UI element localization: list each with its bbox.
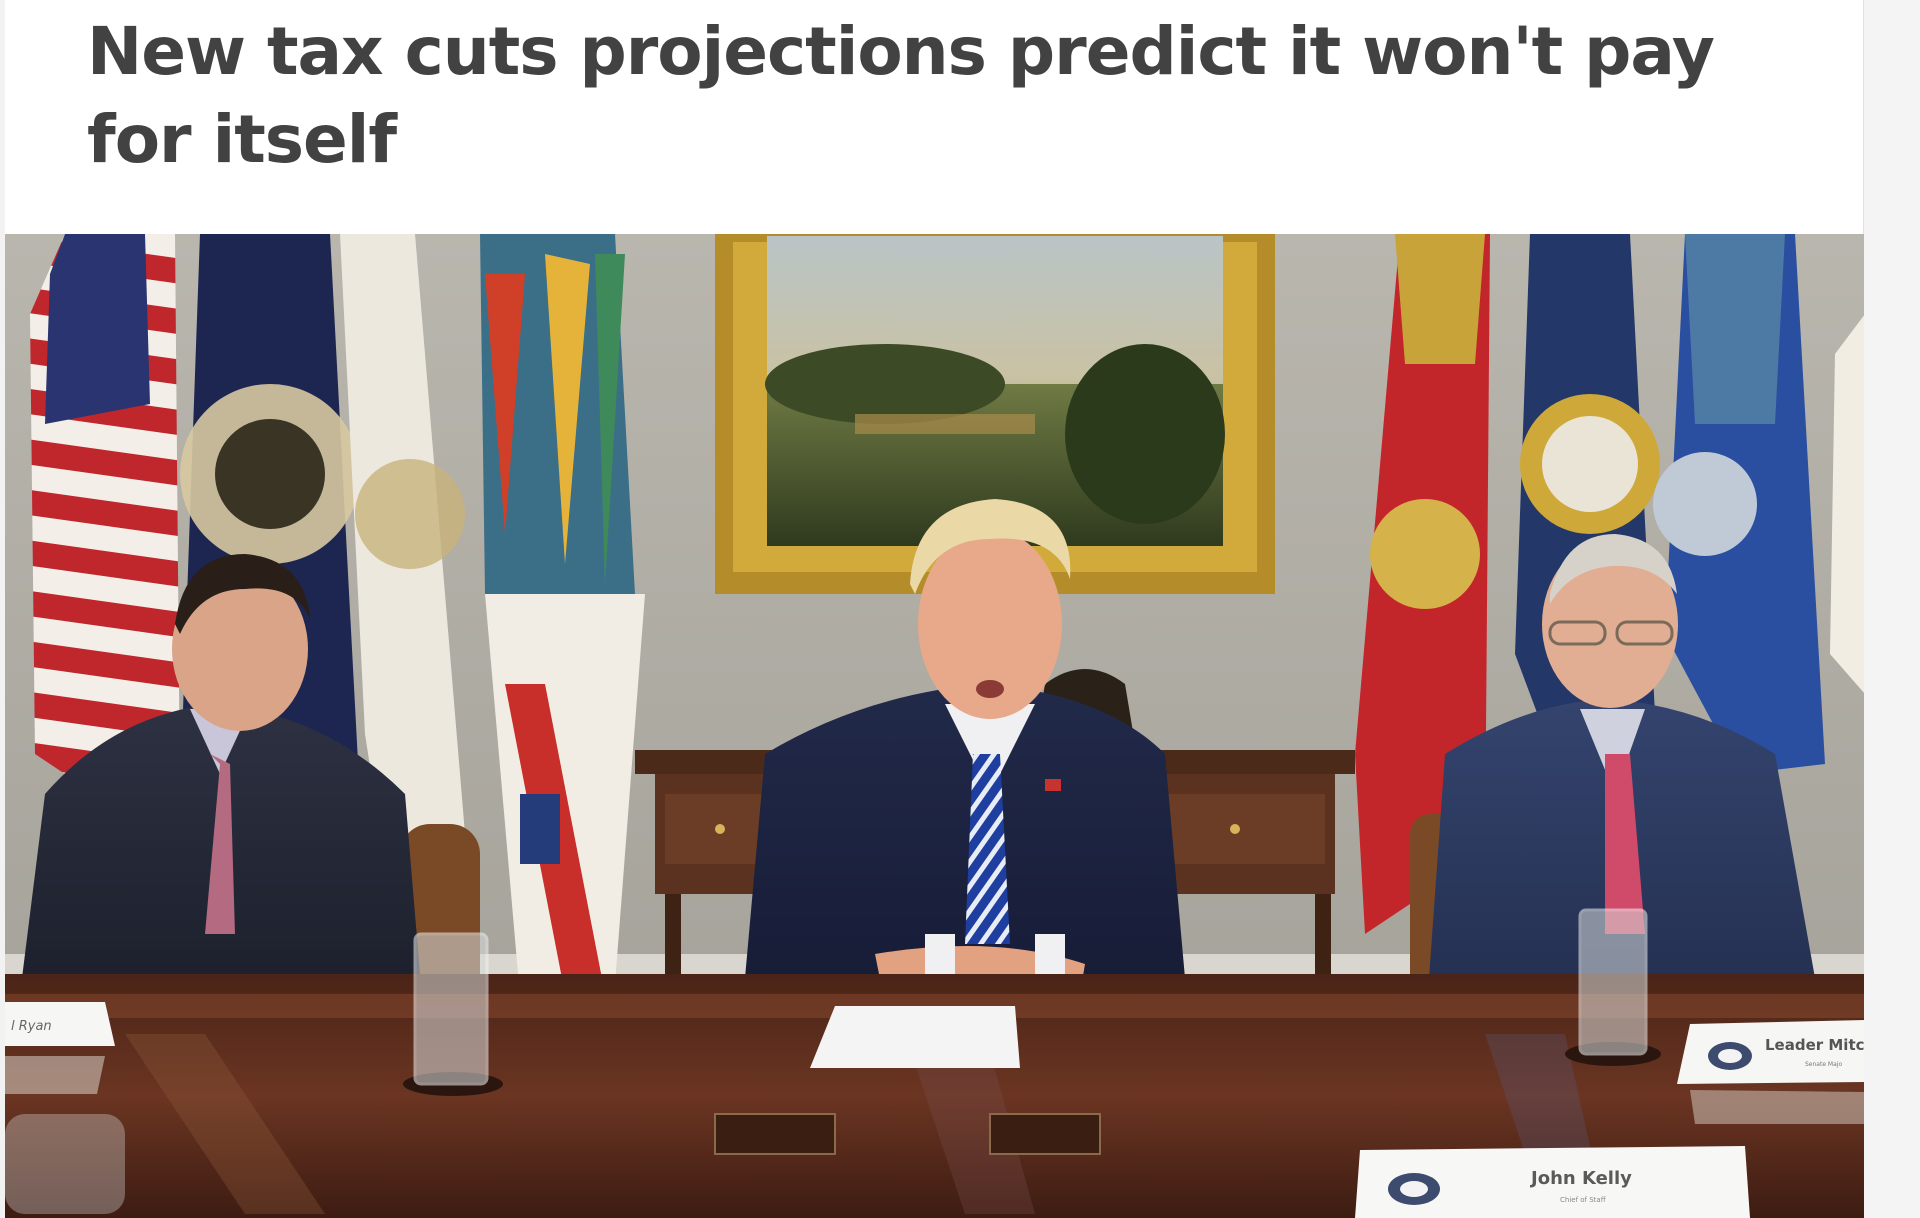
svg-text:Senate Majo: Senate Majo: [1805, 1061, 1842, 1068]
water-glass-right: [1565, 908, 1661, 1066]
photo-illustration: l Ryan Leader Mitch Senate Majo John Kel…: [5, 234, 1865, 1218]
svg-text:Leader Mitch: Leader Mitch: [1765, 1036, 1865, 1054]
paper-sheet: [810, 1006, 1020, 1068]
svg-text:Chief of Staff: Chief of Staff: [1560, 1196, 1606, 1204]
page-gutter: [1864, 0, 1920, 1218]
placard-right: Leader Mitch Senate Majo: [1677, 1020, 1865, 1124]
article-headline[interactable]: New tax cuts projections predict it won'…: [87, 8, 1787, 184]
article-photo[interactable]: l Ryan Leader Mitch Senate Majo John Kel…: [5, 234, 1865, 1218]
page: New tax cuts projections predict it won'…: [0, 0, 1920, 1218]
svg-text:John Kelly: John Kelly: [1529, 1168, 1632, 1189]
water-glass-bottom-left: [5, 1114, 125, 1214]
placard-center: John Kelly Chief of Staff: [1355, 1146, 1750, 1218]
article-card: New tax cuts projections predict it won'…: [5, 0, 1865, 1218]
water-glass-left: [403, 932, 503, 1096]
svg-text:l Ryan: l Ryan: [11, 1019, 52, 1034]
